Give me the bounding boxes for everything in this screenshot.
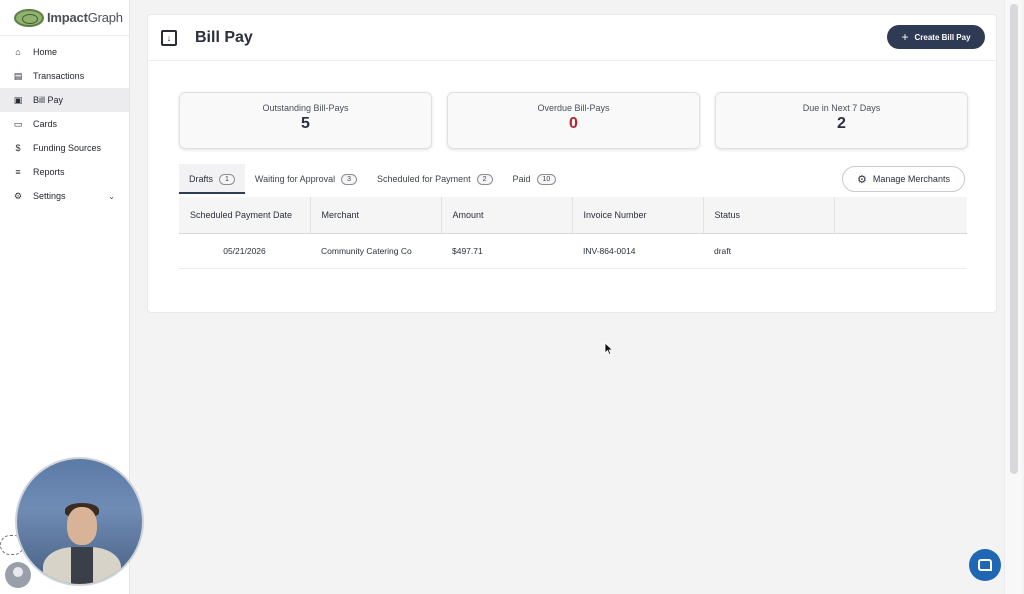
gear-icon: ⚙: [857, 173, 867, 186]
reports-icon: ≡: [15, 167, 21, 177]
stat-due-next-7-days: Due in Next 7 Days 2: [715, 92, 968, 149]
stat-overdue: Overdue Bill-Pays 0: [447, 92, 700, 149]
stat-label: Outstanding Bill-Pays: [262, 103, 349, 113]
column-header-status[interactable]: Status: [703, 197, 835, 234]
column-header-scheduled-payment-date[interactable]: Scheduled Payment Date: [179, 197, 311, 234]
manage-merchants-label: Manage Merchants: [872, 174, 950, 184]
gear-icon: ⚙: [13, 190, 23, 201]
presenter-shirt: [71, 547, 93, 584]
chevron-down-icon: ⌄: [108, 191, 115, 201]
chat-launcher-button[interactable]: [969, 549, 1001, 581]
bill-pay-panel: ↓ Bill Pay + Create Bill Pay Outstanding…: [147, 14, 997, 313]
bill-icon: ▣: [13, 94, 23, 105]
sidebar-item-transactions[interactable]: ▤ Transactions: [0, 64, 129, 88]
stats-row: Outstanding Bill-Pays 5 Overdue Bill-Pay…: [179, 92, 968, 149]
stat-label: Overdue Bill-Pays: [537, 103, 610, 113]
table-row[interactable]: 05/21/2026 Community Catering Co $497.71…: [179, 233, 967, 269]
tab-waiting-for-approval[interactable]: Waiting for Approval 3: [245, 164, 367, 194]
sidebar-item-label: Funding Sources: [33, 143, 102, 153]
sidebar-item-settings[interactable]: ⚙ Settings ⌄: [0, 184, 129, 208]
cell-actions: [834, 233, 967, 269]
sidebar-item-label: Settings: [33, 191, 66, 201]
sidebar-item-label: Bill Pay: [33, 95, 64, 105]
plus-icon: +: [901, 30, 909, 44]
bill-pay-icon: ↓: [161, 29, 177, 46]
sidebar-item-reports[interactable]: ≡ Reports: [0, 160, 129, 184]
create-bill-pay-label: Create Bill Pay: [914, 32, 971, 42]
create-bill-pay-button[interactable]: + Create Bill Pay: [887, 25, 985, 49]
funding-icon: $: [15, 143, 21, 153]
sidebar-item-label: Transactions: [33, 71, 85, 81]
sidebar-item-funding-sources[interactable]: $ Funding Sources: [0, 136, 129, 160]
sidebar-item-cards[interactable]: ▭ Cards: [0, 112, 129, 136]
page-header: ↓ Bill Pay + Create Bill Pay: [148, 15, 996, 61]
brand-logo-icon: [14, 8, 44, 27]
cell-status: draft: [703, 233, 834, 269]
sidebar-item-home[interactable]: ⌂ Home: [0, 40, 129, 64]
sidebar-item-bill-pay[interactable]: ▣ Bill Pay: [0, 88, 129, 112]
tab-paid[interactable]: Paid 10: [503, 164, 567, 194]
count-badge: 3: [341, 173, 358, 185]
page-scrollbar[interactable]: [1004, 0, 1022, 594]
receipt-icon: ▤: [13, 70, 23, 81]
page-title: Bill Pay: [195, 28, 253, 46]
tab-label: Paid: [512, 174, 531, 184]
sidebar-item-label: Home: [33, 47, 58, 57]
stat-value: 2: [837, 115, 846, 132]
status-tabs: Drafts 1 Waiting for Approval 3 Schedule…: [179, 164, 566, 194]
column-header-amount[interactable]: Amount: [441, 197, 573, 234]
brand-name: ImpactGraph: [47, 10, 123, 25]
sidebar-item-label: Cards: [33, 119, 58, 129]
presenter-face: [67, 507, 97, 545]
stat-outstanding: Outstanding Bill-Pays 5: [179, 92, 432, 149]
count-badge: 10: [536, 173, 557, 185]
table-header-row: Scheduled Payment Date Merchant Amount I…: [179, 197, 967, 234]
sidebar-nav: ⌂ Home ▤ Transactions ▣ Bill Pay ▭ Cards…: [0, 36, 129, 208]
manage-merchants-button[interactable]: ⚙ Manage Merchants: [842, 166, 965, 192]
tab-label: Scheduled for Payment: [377, 174, 471, 184]
sidebar-item-label: Reports: [33, 167, 65, 177]
avatar[interactable]: [5, 562, 31, 588]
stat-value: 0: [569, 115, 578, 132]
webcam-overlay: [15, 457, 144, 586]
column-header-actions: [834, 197, 967, 234]
count-badge: 2: [476, 173, 493, 185]
tab-label: Waiting for Approval: [254, 174, 336, 184]
column-header-invoice-number[interactable]: Invoice Number: [572, 197, 704, 234]
mouse-cursor-icon: [604, 342, 614, 356]
cell-invoice-number: INV-864-0014: [572, 233, 703, 269]
cell-amount: $497.71: [441, 233, 572, 269]
column-header-merchant[interactable]: Merchant: [310, 197, 442, 234]
bill-pay-table: Scheduled Payment Date Merchant Amount I…: [179, 197, 967, 269]
stat-label: Due in Next 7 Days: [802, 103, 881, 113]
tab-label: Drafts: [189, 174, 214, 184]
count-badge: 1: [219, 173, 235, 185]
card-icon: ▭: [13, 118, 23, 129]
tab-scheduled-for-payment[interactable]: Scheduled for Payment 2: [367, 164, 502, 194]
stat-value: 5: [301, 115, 310, 132]
cell-scheduled-payment-date: 05/21/2026: [179, 233, 310, 269]
cell-merchant: Community Catering Co: [310, 233, 441, 269]
home-icon: ⌂: [15, 47, 21, 57]
brand-logo[interactable]: ImpactGraph: [0, 0, 129, 36]
tab-drafts[interactable]: Drafts 1: [179, 164, 245, 194]
chat-icon: [978, 559, 992, 571]
scrollbar-thumb[interactable]: [1010, 4, 1018, 474]
